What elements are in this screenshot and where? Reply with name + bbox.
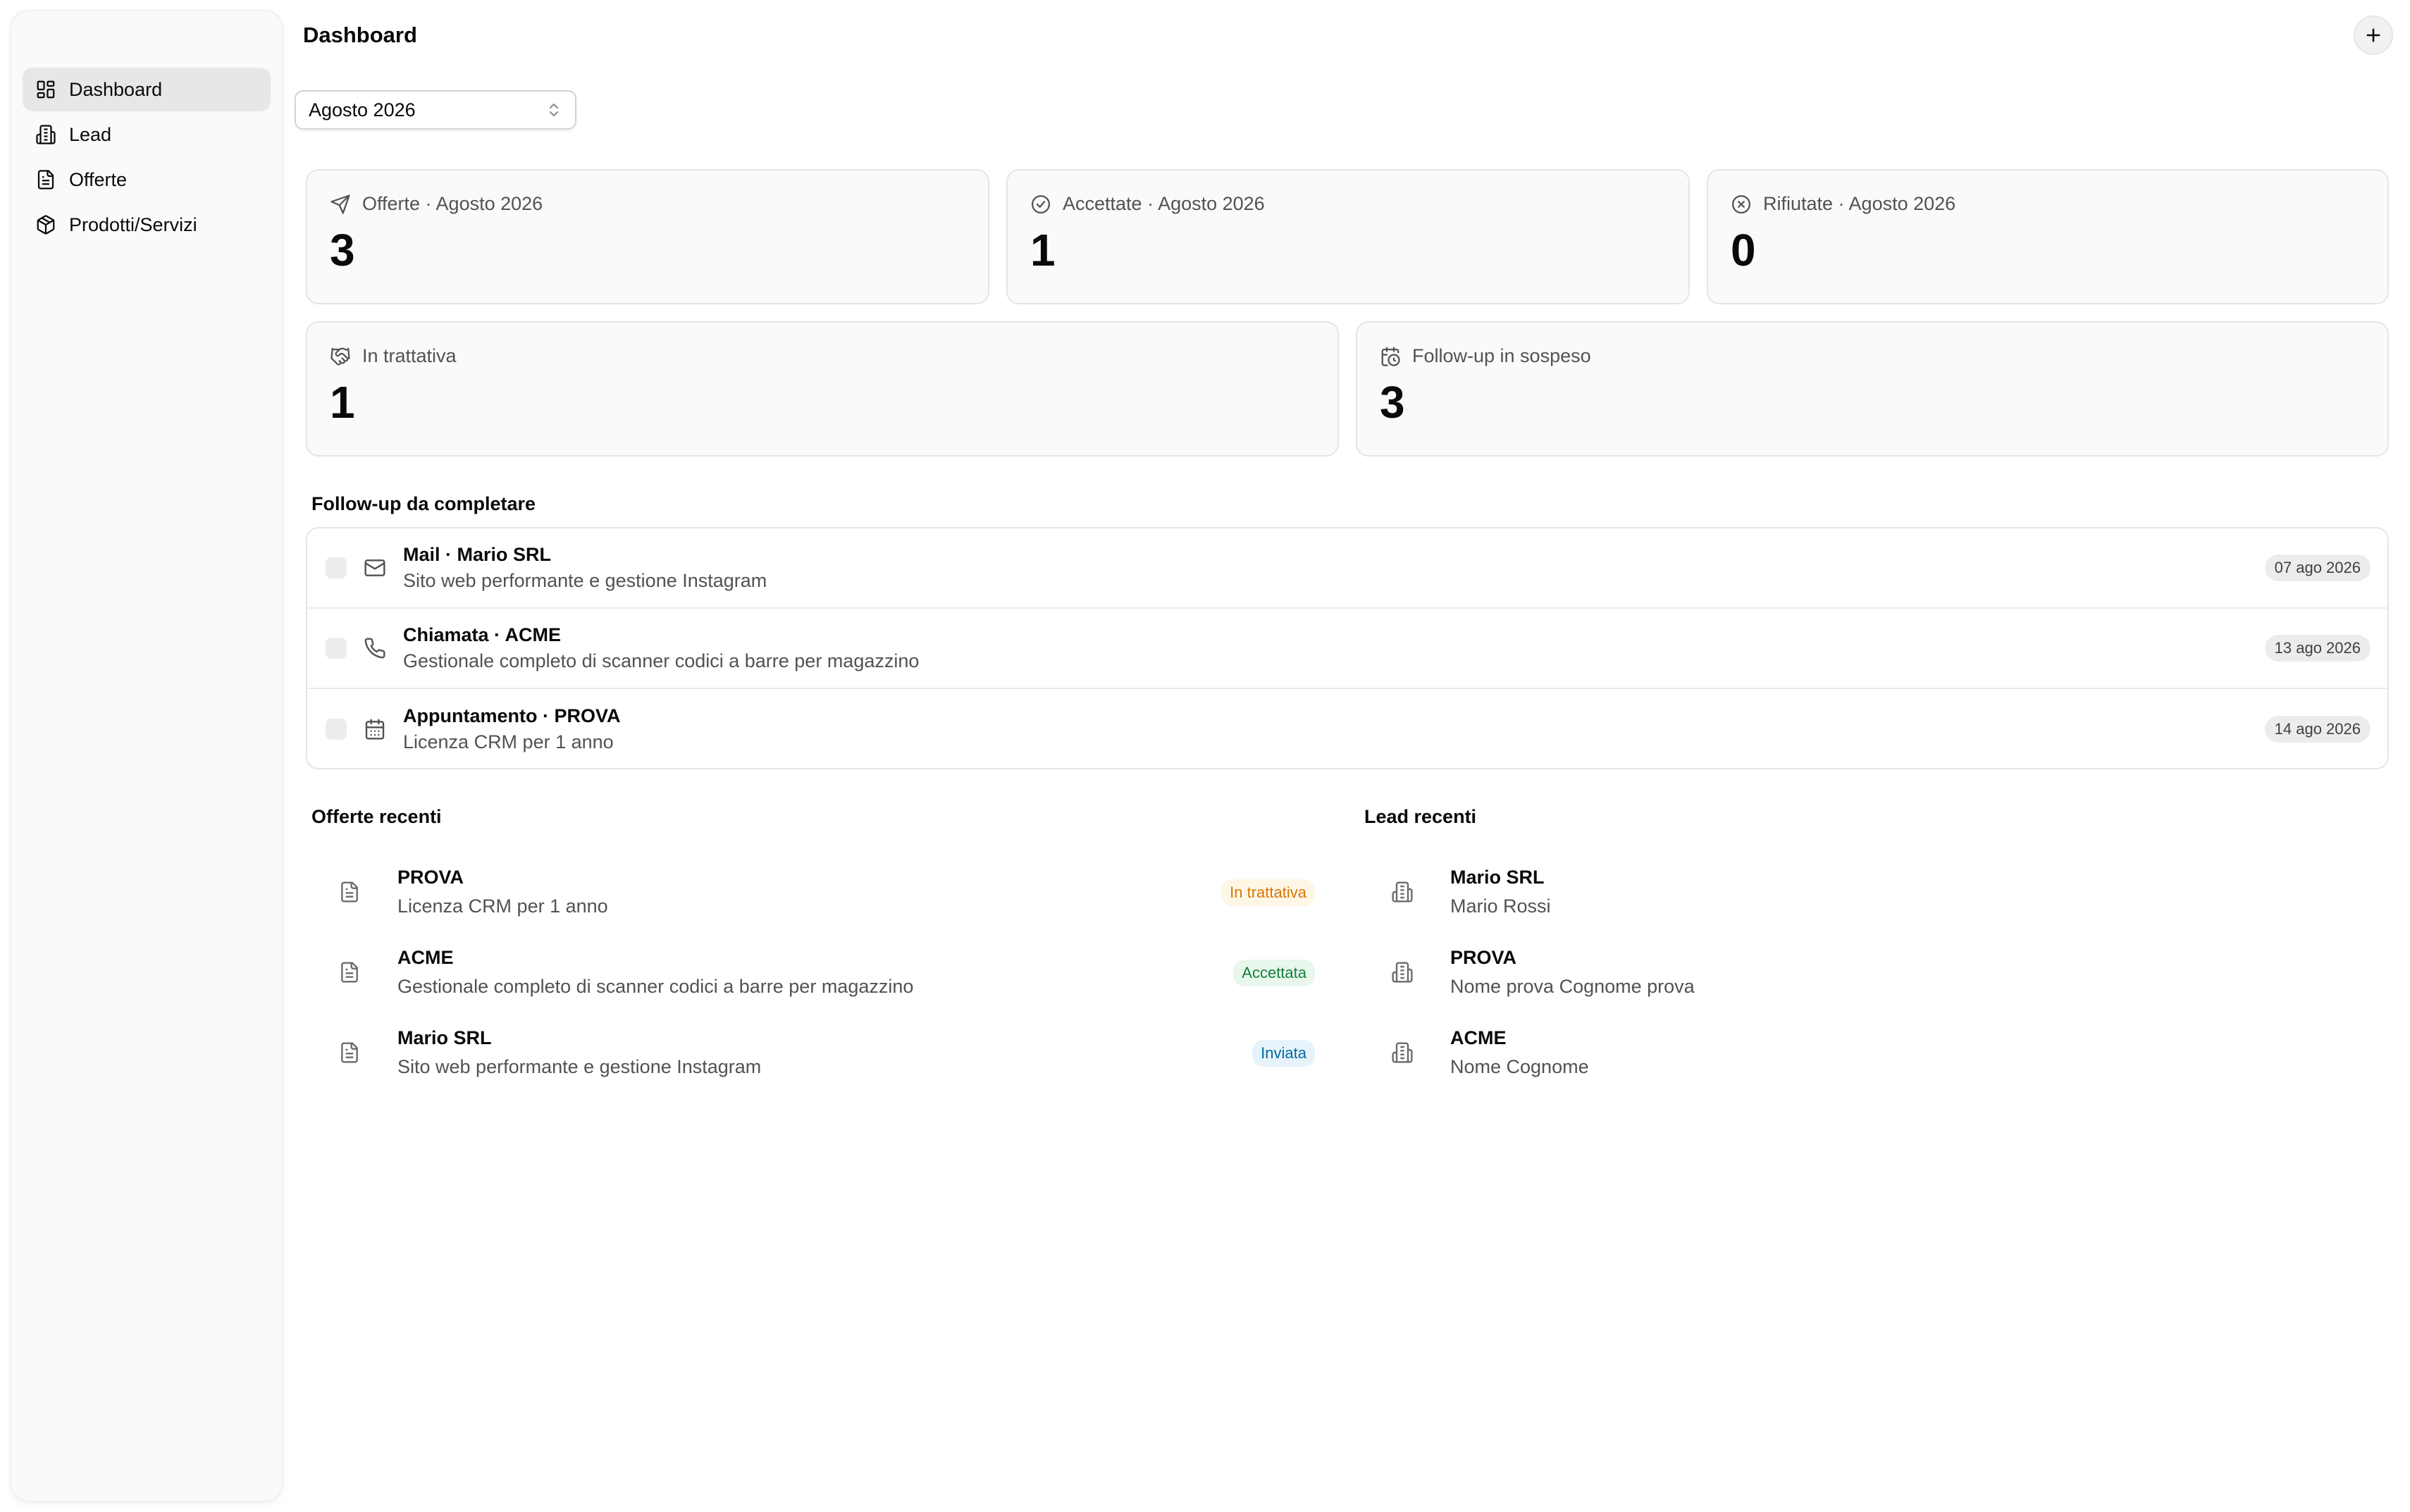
sidebar-item-offerte[interactable]: Offerte [23,158,271,202]
stat-card-accettate: Accettate · Agosto 2026 1 [1006,169,1690,304]
stat-label: Offerte · Agosto 2026 [362,193,543,214]
followup-title: Mail · Mario SRL [403,544,552,565]
lead-title: PROVA [1450,947,1517,968]
document-icon [341,881,358,903]
document-icon [341,962,358,983]
building-icon [1392,962,1413,983]
list-item[interactable]: PROVA Nome prova Cognome prova [1364,937,2379,1008]
followup-checkbox[interactable] [326,719,347,740]
list-item[interactable]: Mario SRL Sito web performante e gestion… [311,1017,1326,1088]
status-badge: Inviata [1252,1040,1315,1067]
sidebar-item-prodotti-servizi[interactable]: Prodotti/Servizi [23,203,271,247]
date-badge: 14 ago 2026 [2264,716,2371,743]
followup-subtitle: Gestionale completo di scanner codici a … [403,650,920,671]
calendar-icon [365,719,385,740]
offer-title: ACME [397,947,454,968]
followups-title: Follow-up da completare [311,493,536,514]
stat-value: 1 [330,377,355,428]
date-badge: 13 ago 2026 [2264,635,2371,662]
sidebar-item-dashboard[interactable]: Dashboard [23,68,271,111]
lead-subtitle: Mario Rossi [1450,896,1551,917]
offer-title: PROVA [397,867,464,888]
followup-title: Chiamata · ACME [403,624,562,645]
followup-subtitle: Licenza CRM per 1 anno [403,731,614,752]
stat-label: Follow-up in sospeso [1412,345,1591,366]
plus-icon [2366,28,2380,42]
stat-card-in-trattativa: In trattativa 1 [306,321,1339,457]
stat-label: In trattativa [362,345,457,366]
list-item[interactable]: Mario SRL Mario Rossi [1364,857,2379,927]
building-icon [1392,881,1413,903]
stat-card-follow-up: Follow-up in sospeso 3 [1356,321,2389,457]
recent-offers-title: Offerte recenti [311,806,442,827]
stat-label: Rifiutate · Agosto 2026 [1763,193,1956,214]
list-item[interactable]: Mail · Mario SRL Sito web performante e … [307,528,2387,609]
list-item[interactable]: PROVA Licenza CRM per 1 anno In trattati… [311,857,1326,927]
list-item[interactable]: Appuntamento · PROVA Licenza CRM per 1 a… [307,689,2387,768]
stat-value: 1 [1030,225,1056,275]
followup-subtitle: Sito web performante e gestione Instagra… [403,570,767,591]
followups-list: Mail · Mario SRL Sito web performante e … [306,527,2389,769]
send-icon [330,194,350,214]
list-item[interactable]: ACME Nome Cognome [1364,1017,2379,1088]
dashboard-grid-icon [37,80,55,99]
list-item[interactable]: ACME Gestionale completo di scanner codi… [311,937,1326,1008]
lead-subtitle: Nome prova Cognome prova [1450,976,1695,997]
x-circle-icon [1732,194,1750,213]
stat-value: 3 [1380,377,1405,428]
sidebar: Dashboard Lead Offerte Prodotti/Servizi [11,11,282,1501]
handshake-icon [330,347,350,366]
stat-value: 0 [1731,225,1756,275]
phone-icon [364,638,385,659]
stat-value: 3 [330,225,355,275]
sidebar-item-label: Lead [69,123,112,145]
followup-title: Appuntamento · PROVA [403,705,621,726]
stat-label: Accettate · Agosto 2026 [1063,193,1265,214]
offer-subtitle: Licenza CRM per 1 anno [397,896,608,917]
building-icon [1392,1042,1413,1063]
sidebar-item-label: Offerte [69,168,128,190]
offer-subtitle: Sito web performante e gestione Instagra… [397,1056,762,1077]
lead-title: Mario SRL [1450,867,1545,888]
followup-checkbox[interactable] [326,557,347,578]
date-badge: 07 ago 2026 [2264,554,2371,581]
calendar-clock-icon [1381,346,1400,366]
recent-leads-title: Lead recenti [1364,806,1477,827]
month-select[interactable]: Agosto 2026 [295,90,576,130]
offer-subtitle: Gestionale completo di scanner codici a … [397,976,914,997]
check-circle-icon [1032,194,1050,213]
package-icon [37,215,55,235]
month-select-value: Agosto 2026 [309,99,416,120]
page-title: Dashboard [303,23,417,47]
add-button[interactable] [2354,16,2393,55]
lead-subtitle: Nome Cognome [1450,1056,1589,1077]
mail-icon [364,559,385,576]
stat-card-offerte: Offerte · Agosto 2026 3 [306,169,989,304]
document-icon [341,1042,358,1063]
offer-title: Mario SRL [397,1027,492,1048]
status-badge: Accettata [1233,960,1315,986]
list-item[interactable]: Chiamata · ACME Gestionale completo di s… [307,609,2387,689]
sidebar-item-label: Prodotti/Servizi [69,213,197,235]
chevron-updown-icon [550,104,558,116]
lead-title: ACME [1450,1027,1507,1048]
status-badge: In trattativa [1221,879,1315,906]
building-icon [36,125,56,144]
sidebar-item-label: Dashboard [69,78,163,100]
sidebar-item-lead[interactable]: Lead [23,113,271,156]
document-icon [37,170,54,190]
stat-card-rifiutate: Rifiutate · Agosto 2026 0 [1707,169,2389,304]
followup-checkbox[interactable] [326,638,347,659]
